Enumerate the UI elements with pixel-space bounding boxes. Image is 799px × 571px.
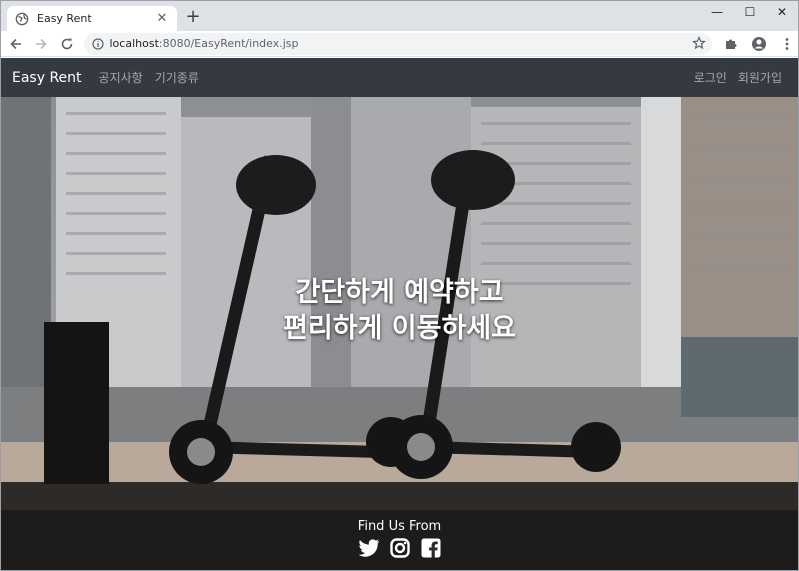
info-icon (91, 37, 104, 50)
address-bar[interactable]: localhost:8080/EasyRent/index.jsp (83, 32, 712, 55)
kebab-menu-icon (785, 37, 789, 50)
web-page: Easy Rent 공지사항 기기종류 로그인 회원가입 간단하게 예약하고 편… (1, 58, 798, 570)
tab-title: Easy Rent (37, 12, 92, 25)
arrow-left-icon (10, 38, 21, 49)
url-text: localhost:8080/EasyRent/index.jsp (110, 37, 299, 50)
new-tab-button[interactable]: + (184, 8, 202, 27)
hero-headline-line-1: 간단하게 예약하고 (295, 277, 504, 308)
nav-link-device-types[interactable]: 기기종류 (155, 69, 199, 86)
profile-button[interactable] (748, 33, 770, 55)
url-host: localhost (109, 37, 159, 50)
nav-link-login[interactable]: 로그인 (694, 69, 727, 86)
extensions-button[interactable] (720, 33, 742, 55)
hero-section: 간단하게 예약하고 편리하게 이동하세요 Find Us From (1, 97, 798, 570)
navbar-right: 로그인 회원가입 (683, 69, 798, 86)
tab-close-icon[interactable]: ✕ (155, 11, 169, 26)
puzzle-icon (726, 39, 737, 49)
browser-window: Easy Rent ✕ + — ☐ ✕ localhost:8080/EasyR… (0, 0, 799, 571)
globe-icon (15, 12, 29, 25)
menu-button[interactable] (776, 33, 798, 55)
find-us-heading: Find Us From (357, 519, 442, 534)
social-links (1, 537, 798, 559)
account-icon (752, 36, 766, 51)
hero-headline: 간단하게 예약하고 편리하게 이동하세요 (1, 275, 798, 347)
hero-footer: Find Us From (1, 510, 798, 570)
brand-link[interactable]: Easy Rent (12, 70, 82, 86)
toolbar-actions (720, 33, 798, 55)
forward-button[interactable] (31, 33, 53, 55)
nav-link-notice[interactable]: 공지사항 (99, 69, 143, 86)
arrow-right-icon (36, 38, 47, 49)
bookmark-star-icon[interactable] (692, 35, 706, 50)
instagram-icon[interactable] (389, 537, 411, 559)
twitter-icon[interactable] (358, 537, 380, 559)
hero-headline-line-2: 편리하게 이동하세요 (283, 313, 516, 344)
browser-tab[interactable]: Easy Rent ✕ (7, 6, 177, 31)
reload-button[interactable] (56, 33, 78, 55)
tab-strip: Easy Rent ✕ + — ☐ ✕ (1, 1, 798, 31)
window-close-button[interactable]: ✕ (765, 1, 798, 23)
maximize-button[interactable]: ☐ (733, 1, 767, 23)
back-button[interactable] (5, 33, 27, 55)
minimize-button[interactable]: — (700, 1, 734, 23)
nav-link-signup[interactable]: 회원가입 (738, 69, 782, 86)
site-navbar: Easy Rent 공지사항 기기종류 로그인 회원가입 (1, 58, 798, 97)
browser-toolbar: localhost:8080/EasyRent/index.jsp (1, 31, 798, 57)
facebook-icon[interactable] (420, 537, 442, 559)
reload-icon (61, 38, 73, 49)
url-path: :8080/EasyRent/index.jsp (158, 37, 299, 50)
